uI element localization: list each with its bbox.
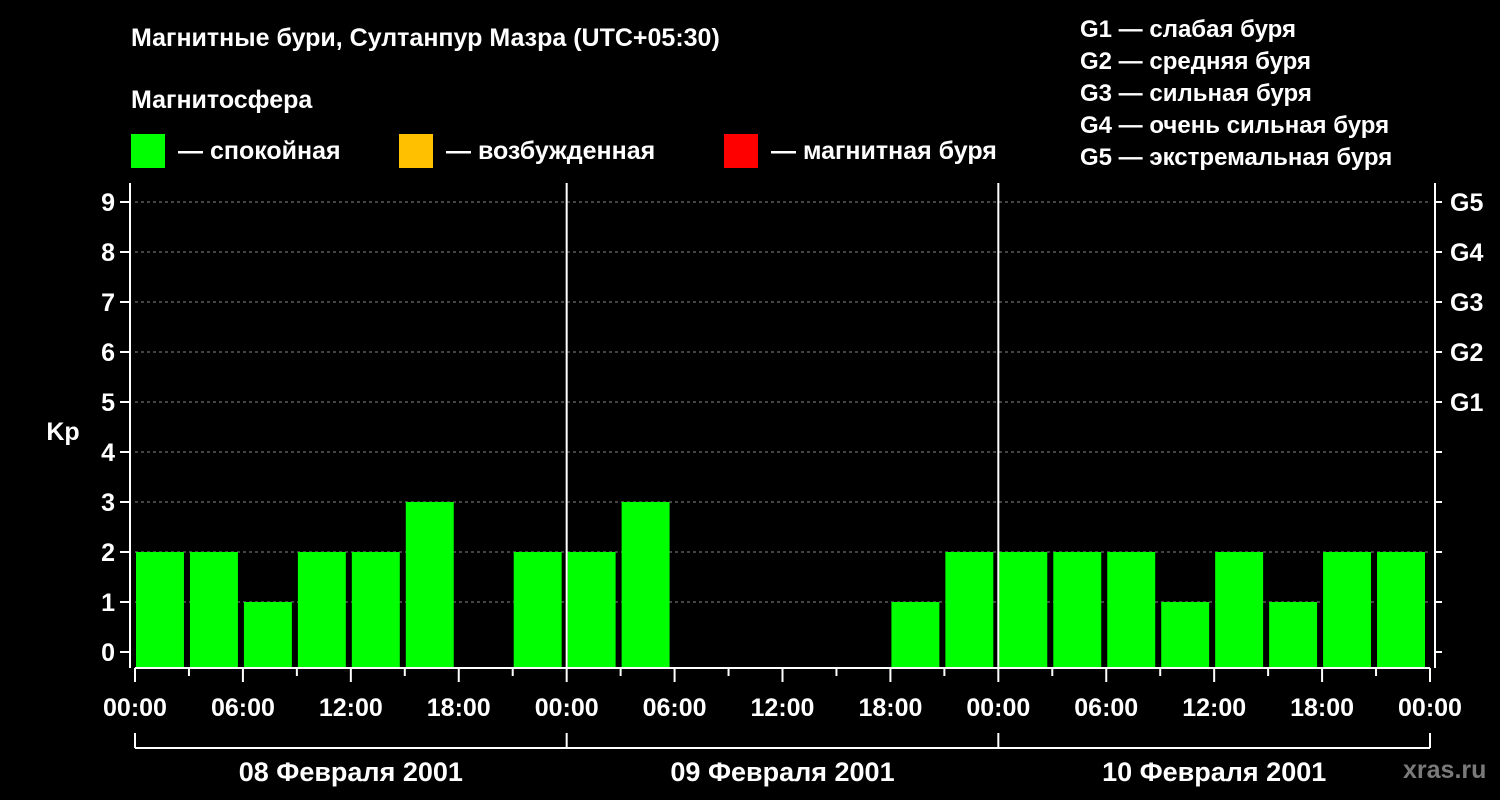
kp-bar (945, 552, 994, 668)
kp-bar (621, 502, 670, 668)
y-tick-label: 5 (101, 389, 115, 417)
y-tick-label: 9 (101, 189, 115, 217)
storm-level-label: G5 (1450, 189, 1483, 217)
x-tick-label: 12:00 (1182, 694, 1246, 722)
day-label: 09 Февраля 2001 (670, 757, 894, 787)
kp-bar (189, 552, 238, 668)
kp-bar (891, 602, 940, 668)
kp-bar (351, 552, 400, 668)
kp-bar (999, 552, 1048, 668)
x-tick-label: 12:00 (319, 694, 383, 722)
y-tick-label: 6 (101, 339, 115, 367)
day-label: 10 Февраля 2001 (1102, 757, 1326, 787)
kp-bar (1053, 552, 1102, 668)
x-tick-label: 00:00 (1398, 694, 1462, 722)
kp-bar (1377, 552, 1425, 668)
kp-bar (405, 502, 454, 668)
kp-bar (136, 552, 184, 668)
y-tick-label: 4 (101, 439, 115, 467)
storm-level-label: G1 (1450, 389, 1483, 417)
x-tick-label: 18:00 (427, 694, 491, 722)
kp-bar (567, 552, 616, 668)
kp-bar (297, 552, 346, 668)
storm-level-label: G3 (1450, 289, 1483, 317)
storm-level-label: G4 (1450, 239, 1483, 267)
y-tick-label: 3 (101, 489, 115, 517)
y-tick-label: 2 (101, 539, 115, 567)
y-tick-label: 0 (101, 639, 115, 667)
x-tick-label: 00:00 (103, 694, 167, 722)
day-label: 08 Февраля 2001 (239, 757, 463, 787)
storm-level-label: G2 (1450, 339, 1483, 367)
brand-watermark: xras.ru (1403, 756, 1487, 784)
kp-bar-chart: 0 1 2 3 4 5 6 7 8 9 G1 G2 G3 G4 G5 Kp 00:00 06:00 12:00 18:… (46, 183, 1483, 787)
y-tick-label: 8 (101, 239, 115, 267)
x-tick-label: 00:00 (535, 694, 599, 722)
x-tick-label: 06:00 (643, 694, 707, 722)
x-tick-label: 18:00 (1290, 694, 1354, 722)
kp-bar (513, 552, 562, 668)
kp-bar (1323, 552, 1372, 668)
x-tick-label: 18:00 (858, 694, 922, 722)
kp-bar (1269, 602, 1318, 668)
x-tick-label: 06:00 (211, 694, 275, 722)
x-tick-label: 00:00 (966, 694, 1030, 722)
kp-bar (1215, 552, 1264, 668)
kp-bar (1161, 602, 1210, 668)
y-tick-label: 1 (101, 589, 115, 617)
kp-bar (1107, 552, 1156, 668)
x-tick-label: 06:00 (1074, 694, 1138, 722)
x-tick-label: 12:00 (751, 694, 815, 722)
y-axis-label: Kp (46, 418, 79, 446)
y-tick-label: 7 (101, 289, 115, 317)
kp-bar (243, 602, 292, 668)
